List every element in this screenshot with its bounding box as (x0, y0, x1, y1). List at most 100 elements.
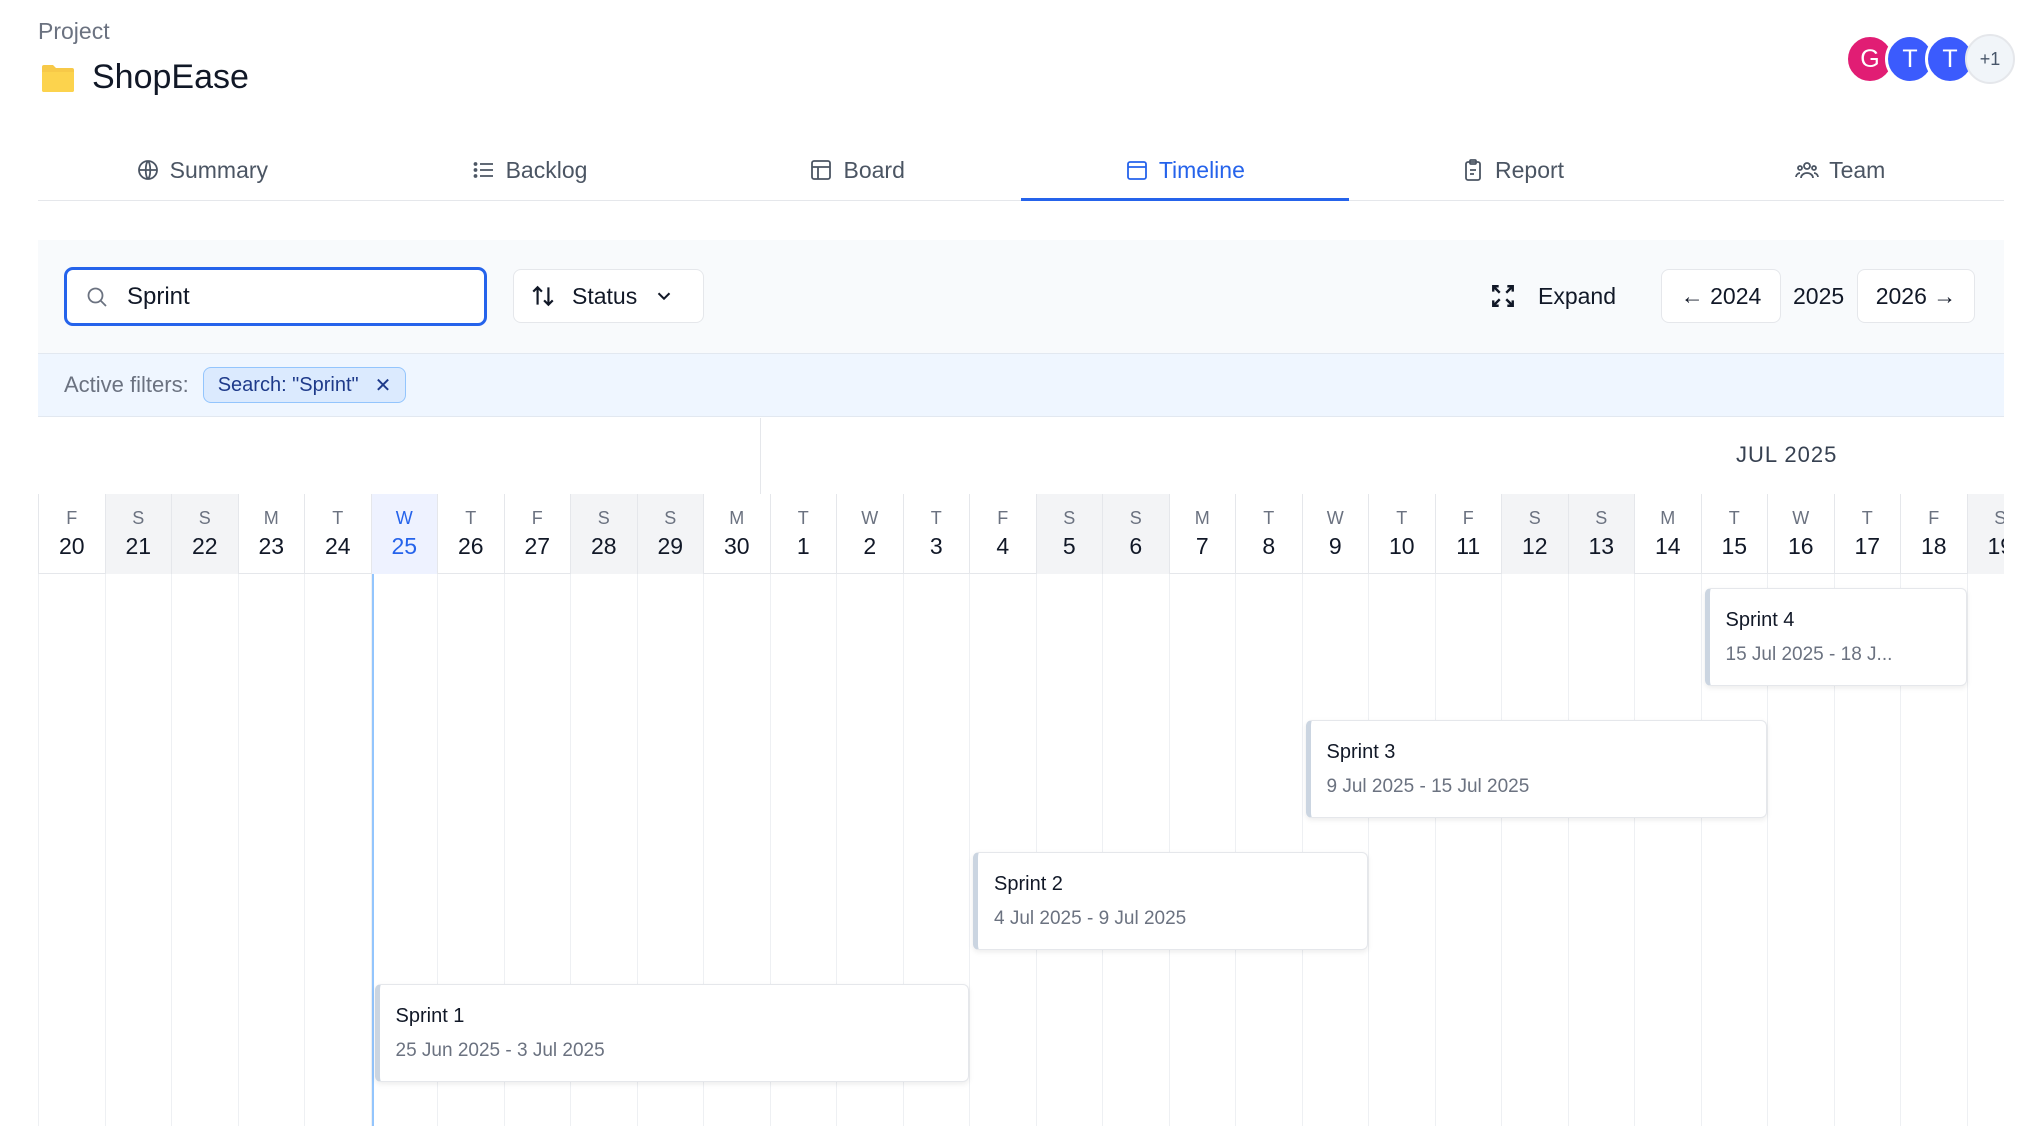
tab-label: Summary (169, 156, 269, 183)
today-line (371, 574, 374, 1126)
team-avatars[interactable]: G T T +1 (1845, 34, 2015, 84)
day-column-13: S 13 (1567, 494, 1634, 574)
sprint-bar[interactable]: Sprint 1 25 Jun 2025 - 3 Jul 2025 (374, 984, 969, 1082)
sprint-bar[interactable]: Sprint 3 9 Jul 2025 - 15 Jul 2025 (1305, 720, 1767, 818)
day-column-9: W9 (1301, 494, 1369, 574)
weekday-letter: W (395, 508, 413, 528)
search-input[interactable] (127, 282, 427, 311)
grid-line (1634, 574, 1635, 1126)
weekday-letter: S (597, 508, 610, 528)
tab-board[interactable]: Board (693, 140, 1021, 200)
day-number: 19 (1987, 533, 2004, 559)
chevron-down-icon (658, 292, 671, 301)
tab-label: Backlog (505, 156, 588, 183)
search-icon (87, 287, 107, 307)
day-number: 5 (1062, 533, 1076, 559)
weekday-letter: W (1326, 508, 1344, 528)
sprint-name: Sprint 1 (395, 1005, 465, 1027)
grid-line (38, 574, 39, 1126)
day-column-25: W 25 (370, 494, 437, 574)
tab-summary[interactable]: Summary (38, 140, 366, 200)
close-icon[interactable]: ✕ (375, 373, 392, 398)
day-column-27: F 27 (503, 494, 571, 574)
day-number: 18 (1920, 533, 1947, 559)
weekday-letter: S (198, 508, 211, 528)
grid-line (1035, 574, 1037, 1126)
timeline-toolbar: Status Expand ← 2024 2025 2026 → (38, 240, 2004, 353)
sprint-dates: 9 Jul 2025 - 15 Jul 2025 (1326, 776, 1530, 797)
day-column-15: T 15 (1700, 494, 1768, 574)
more-members-badge[interactable]: +1 (1965, 34, 2015, 84)
next-year-button[interactable]: 2026 → (1857, 269, 1975, 323)
weekday-letter: W (1792, 508, 1810, 528)
day-column-22: S 22 (171, 494, 238, 574)
weekday-letter: S (1063, 508, 1076, 528)
sprint-dates: 4 Jul 2025 - 9 Jul 2025 (994, 908, 1187, 929)
day-column-5: S5 (1035, 494, 1102, 574)
users-icon (1795, 162, 1819, 179)
timeline-view: JUL 2025 F 20 S 21 S 22 M 23 T 24 W 25 T 26 F 27 S 28 S 29 M… (38, 418, 2004, 1126)
expand-label: Expand (1538, 282, 1617, 309)
day-number: 21 (125, 533, 152, 559)
day-column-7: M7 (1168, 494, 1236, 574)
grid-line (1966, 574, 1968, 1126)
prev-year-button[interactable]: ← 2024 (1661, 269, 1781, 323)
day-number: 6 (1129, 533, 1143, 559)
grid-line (969, 574, 970, 1126)
day-number: 14 (1654, 533, 1681, 559)
tab-backlog[interactable]: Backlog (366, 140, 694, 200)
day-column-30: M 30 (703, 494, 770, 574)
filter-chip[interactable]: Search: "Sprint" ✕ (202, 367, 407, 403)
weekday-letter: M (729, 508, 745, 528)
weekday-letter: F (1462, 508, 1474, 528)
day-number: 23 (258, 533, 285, 559)
day-column-29: S 29 (636, 494, 703, 574)
project-name: ShopEase (92, 58, 249, 96)
sprint-bar[interactable]: Sprint 4 15 Jul 2025 - 18 J... (1704, 588, 1967, 686)
list-icon (473, 162, 493, 178)
day-column-16: W 16 (1767, 494, 1834, 574)
sort-icon (532, 285, 554, 307)
day-number: 16 (1787, 533, 1814, 559)
weekday-letter: T (1396, 508, 1408, 528)
status-label: Status (572, 282, 638, 309)
search-box[interactable] (64, 267, 487, 326)
calendar-icon (1126, 161, 1147, 180)
weekday-letter: F (1928, 508, 1940, 528)
grid-line (1700, 574, 1702, 1126)
day-column-12: S 12 (1501, 494, 1568, 574)
sprint-bar[interactable]: Sprint 2 4 Jul 2025 - 9 Jul 2025 (973, 852, 1368, 950)
sprint-dates: 25 Jun 2025 - 3 Jul 2025 (395, 1040, 605, 1061)
day-number: 11 (1456, 533, 1481, 559)
day-header-row: F 20 S 21 S 22 M 23 T 24 W 25 T 26 F 27 S 28 S 29 M 30 T 1 W 2 T 3 F… (38, 494, 2004, 574)
tab-team[interactable]: Team (1676, 140, 2004, 200)
project-label: Project (38, 18, 110, 44)
day-number: 3 (929, 533, 943, 559)
expand-button[interactable]: Expand (1490, 269, 1616, 323)
weekday-letter: T (797, 508, 809, 528)
day-column-23: M 23 (237, 494, 305, 574)
sprint-name: Sprint 4 (1725, 609, 1795, 631)
day-number: 7 (1195, 533, 1209, 559)
weekday-letter: T (1861, 508, 1873, 528)
day-number: 27 (524, 533, 551, 559)
grid-line (1102, 574, 1103, 1126)
globe-icon (137, 160, 158, 180)
tab-timeline[interactable]: Timeline (1021, 140, 1349, 201)
weekday-letter: F (531, 508, 543, 528)
day-number: 8 (1262, 533, 1276, 559)
status-sort-button[interactable]: Status (513, 269, 704, 323)
project-tabs: Summary Backlog Board Timeline Report Te… (38, 140, 2004, 201)
tab-report[interactable]: Report (1349, 140, 1677, 200)
day-column-28: S 28 (570, 494, 637, 574)
day-column-14: M 14 (1634, 494, 1701, 574)
weekday-letter: T (1728, 508, 1740, 528)
tab-label: Timeline (1158, 156, 1245, 183)
day-column-11: F 11 (1434, 494, 1502, 574)
grid-line (104, 574, 106, 1126)
day-column-3: T3 (902, 494, 970, 574)
day-column-26: T 26 (437, 494, 504, 574)
day-number: 13 (1588, 533, 1615, 559)
day-number: 28 (590, 533, 617, 559)
day-column-19: S 19 (1966, 494, 2004, 574)
